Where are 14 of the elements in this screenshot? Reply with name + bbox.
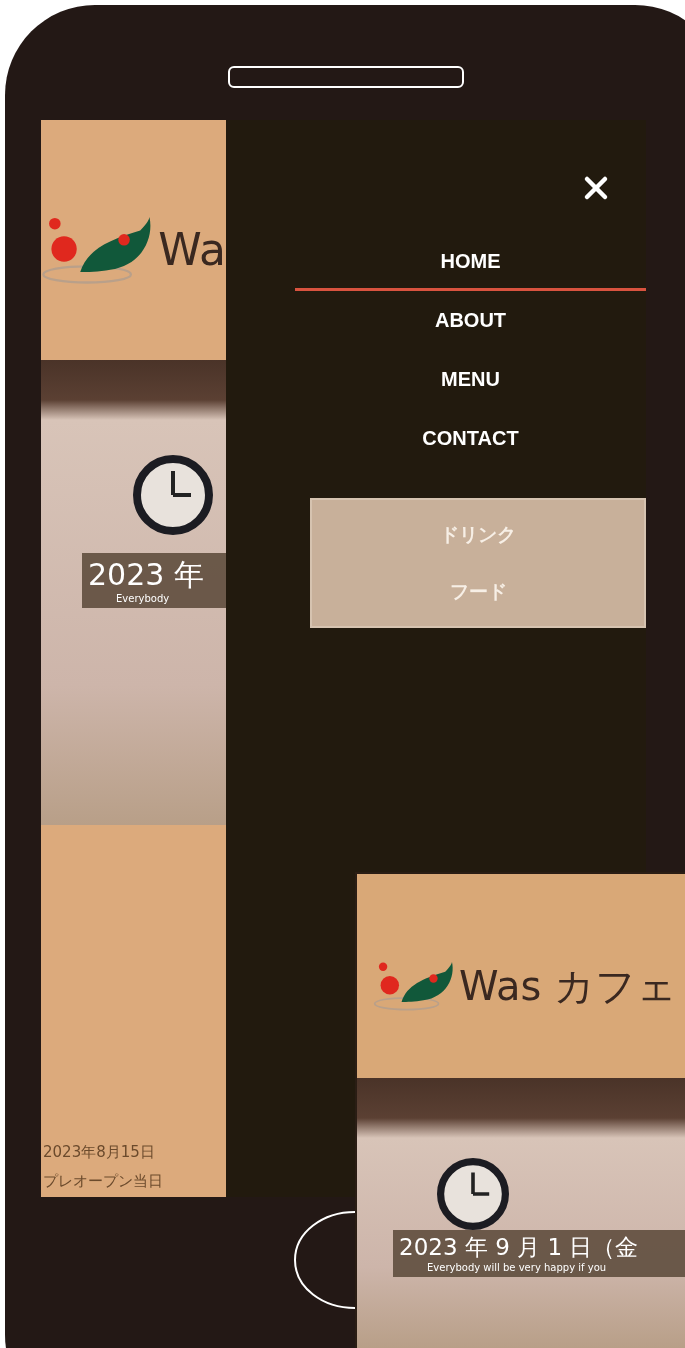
- clock-icon: [437, 1158, 509, 1230]
- hero-subcaption: Everybody will be very happy if you: [426, 1261, 608, 1273]
- clock-icon: [133, 455, 213, 535]
- news-date: 2023年8月15日: [43, 1143, 156, 1162]
- logo-text: Was カフェ: [459, 966, 678, 1006]
- logo-text: Wa: [158, 228, 226, 272]
- hero-subcaption: Everybody: [115, 593, 171, 604]
- nav-link[interactable]: ABOUT: [295, 291, 646, 350]
- nav-link[interactable]: CONTACT: [295, 409, 646, 468]
- nav-link[interactable]: MENU: [295, 350, 646, 409]
- hero-caption: 2023 年 9 月 1 日（金: [399, 1234, 640, 1262]
- nav-link[interactable]: HOME: [295, 232, 646, 291]
- hero-caption: 2023 年: [88, 557, 205, 593]
- news-title: プレオープン当日: [43, 1172, 164, 1191]
